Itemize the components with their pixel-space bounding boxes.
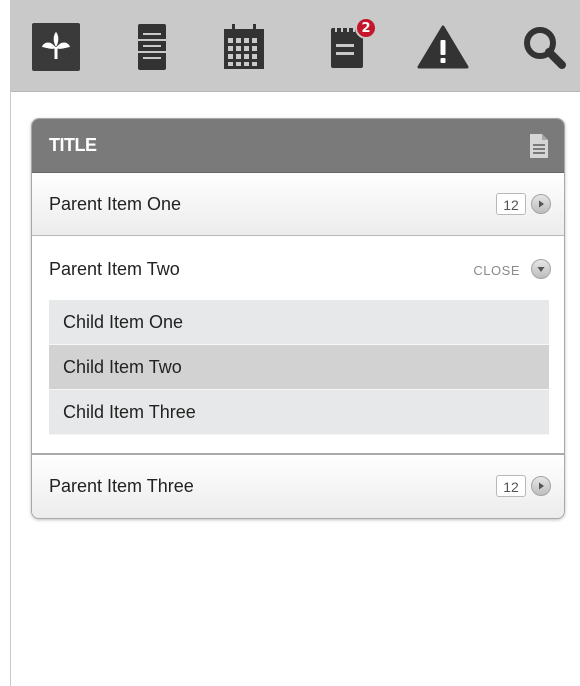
warning-button[interactable] [415,19,471,75]
collapse-arrow-button[interactable] [531,259,551,279]
calendar-icon [224,24,264,69]
document-icon[interactable] [528,133,550,159]
item-count-badge: 12 [496,475,526,497]
toolbar: 2 [11,1,580,92]
expand-arrow-button[interactable] [531,476,551,496]
child-item-one[interactable]: Child Item One [49,300,549,345]
parent-item-two-expanded: Parent Item Two CLOSE Child Item One Chi… [32,236,564,455]
notification-badge: 2 [355,17,377,39]
parent-item-three[interactable]: Parent Item Three 12 [32,455,564,518]
notes-button[interactable]: 2 [319,17,377,75]
child-item-label: Child Item Two [63,357,182,377]
child-list: Child Item One Child Item Two Child Item… [49,300,549,435]
child-item-label: Child Item One [63,312,184,332]
search-icon [524,27,566,69]
child-item-three[interactable]: Child Item Three [49,390,549,435]
child-item-label: Child Item Three [63,402,196,422]
parent-item-label[interactable]: Parent Item Two [49,259,180,280]
filing-cabinet-button[interactable] [124,19,180,75]
leaf-button[interactable] [28,19,84,75]
expand-arrow-button[interactable] [531,194,551,214]
child-item-two[interactable]: Child Item Two [49,345,549,390]
panel-header: TITLE [32,119,564,173]
parent-item-one[interactable]: Parent Item One 12 [32,173,564,236]
calendar-button[interactable] [216,19,272,75]
close-link[interactable]: CLOSE [473,263,520,278]
play-right-icon [539,200,544,208]
accordion-panel: TITLE Parent Item One 12 Parent Item Two… [31,118,565,519]
play-right-icon [539,482,544,490]
parent-item-label: Parent Item Three [49,476,194,496]
search-button[interactable] [516,19,572,75]
parent-item-label: Parent Item One [49,194,182,214]
leaf-icon [32,23,80,71]
play-down-icon [537,267,545,272]
item-count-badge: 12 [496,193,526,215]
filing-cabinet-icon [138,24,166,70]
warning-icon [417,25,469,69]
panel-title: TITLE [49,135,97,155]
